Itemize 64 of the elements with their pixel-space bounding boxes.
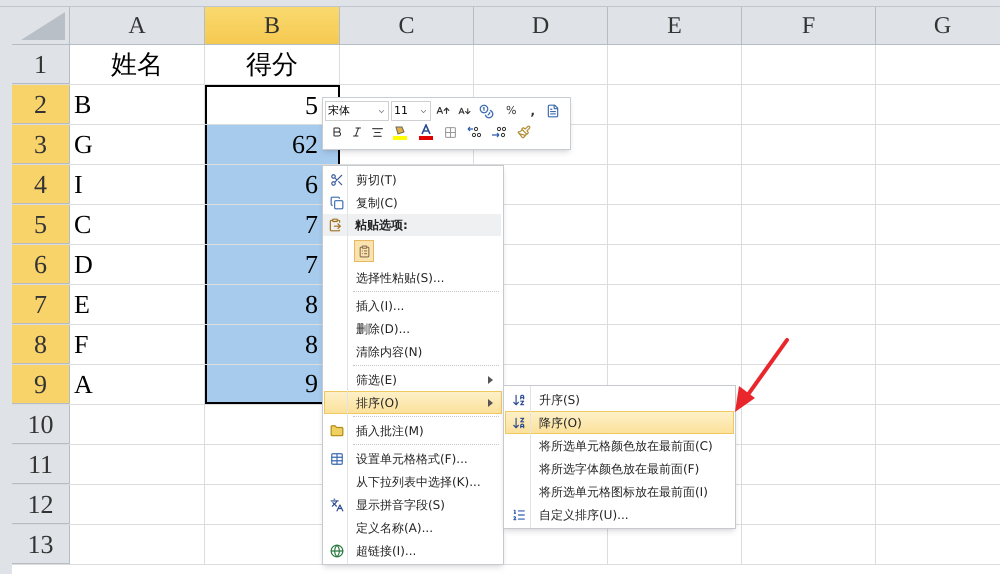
column-header[interactable]: G: [876, 7, 1000, 44]
copy-icon: [330, 196, 344, 210]
bold-icon[interactable]: [331, 126, 343, 138]
row-header[interactable]: 13: [12, 525, 70, 564]
menu-item[interactable]: 升序(S): [505, 388, 734, 411]
menu-section-header: 粘贴选项:: [354, 217, 408, 234]
row-header[interactable]: 8: [12, 325, 70, 364]
table-cell: B: [70, 85, 205, 124]
comma-button[interactable]: ,: [527, 100, 538, 122]
menu-item[interactable]: 插入批注(M): [324, 419, 502, 442]
clipboard-icon: [328, 218, 342, 232]
font-size-text: 11: [394, 102, 408, 119]
row-header[interactable]: 5: [12, 205, 70, 244]
increase-decimal-icon[interactable]: [467, 125, 483, 139]
table-cell: 姓名: [70, 45, 205, 84]
row-header[interactable]: 1: [12, 45, 70, 84]
table-cell: 得分: [205, 45, 340, 84]
italic-icon[interactable]: [351, 126, 363, 138]
font-name-text: 宋体: [328, 102, 350, 119]
menu-item[interactable]: 从下拉列表中选择(K)...: [324, 470, 502, 493]
folder-icon: [330, 424, 344, 438]
row-header[interactable]: 2: [12, 85, 70, 124]
table-icon: [330, 452, 344, 466]
menu-item[interactable]: 超链接(I)...: [324, 539, 502, 562]
row-header[interactable]: 3: [12, 125, 70, 164]
sort-ascending-icon: [512, 392, 526, 406]
scissors-icon: [330, 172, 344, 186]
row-header[interactable]: 6: [12, 245, 70, 284]
menu-item[interactable]: 定义名称(A)...: [324, 516, 502, 539]
column-header[interactable]: F: [742, 7, 876, 44]
menu-item[interactable]: 自定义排序(U)...: [505, 503, 734, 526]
column-header[interactable]: B: [205, 7, 340, 44]
globe-icon: [330, 544, 344, 558]
font-size-dropdown[interactable]: 11: [391, 101, 431, 121]
menu-item[interactable]: 将所选字体颜色放在最前面(F): [505, 457, 734, 480]
format-painter-icon[interactable]: [517, 125, 531, 139]
align-center-icon[interactable]: [371, 126, 384, 138]
phonetic-icon: [330, 498, 344, 512]
decrease-decimal-icon[interactable]: [491, 125, 507, 139]
table-cell: 62: [205, 125, 340, 164]
paste-option-button[interactable]: [354, 240, 374, 262]
menu-item[interactable]: 显示拼音字段(S): [324, 493, 502, 516]
sort-descending-icon: [512, 416, 526, 430]
column-header[interactable]: E: [608, 7, 742, 44]
row-header[interactable]: 7: [12, 285, 70, 324]
percent-button[interactable]: %: [503, 100, 520, 122]
row-header[interactable]: 10: [12, 405, 70, 444]
menu-item[interactable]: 将所选单元格颜色放在最前面(C): [505, 434, 734, 457]
menu-item[interactable]: 设置单元格格式(F)...: [324, 447, 502, 470]
clipboard-icon: [358, 244, 370, 258]
row-header[interactable]: 9: [12, 365, 70, 404]
borders-icon[interactable]: [444, 126, 457, 138]
menu-item[interactable]: 将所选单元格图标放在最前面(I): [505, 480, 734, 503]
column-header[interactable]: C: [340, 7, 474, 44]
menu-item[interactable]: 降序(O): [505, 411, 734, 434]
row-header[interactable]: 4: [12, 165, 70, 204]
row-header[interactable]: 12: [12, 485, 70, 524]
menu-item[interactable]: 排序(O): [324, 391, 502, 414]
row-header[interactable]: 11: [12, 445, 70, 484]
column-header[interactable]: D: [474, 7, 608, 44]
custom-sort-icon: [512, 508, 526, 522]
font-name-dropdown[interactable]: 宋体: [325, 101, 389, 121]
font-color-icon[interactable]: [418, 124, 434, 140]
fill-color-icon[interactable]: [392, 124, 408, 140]
